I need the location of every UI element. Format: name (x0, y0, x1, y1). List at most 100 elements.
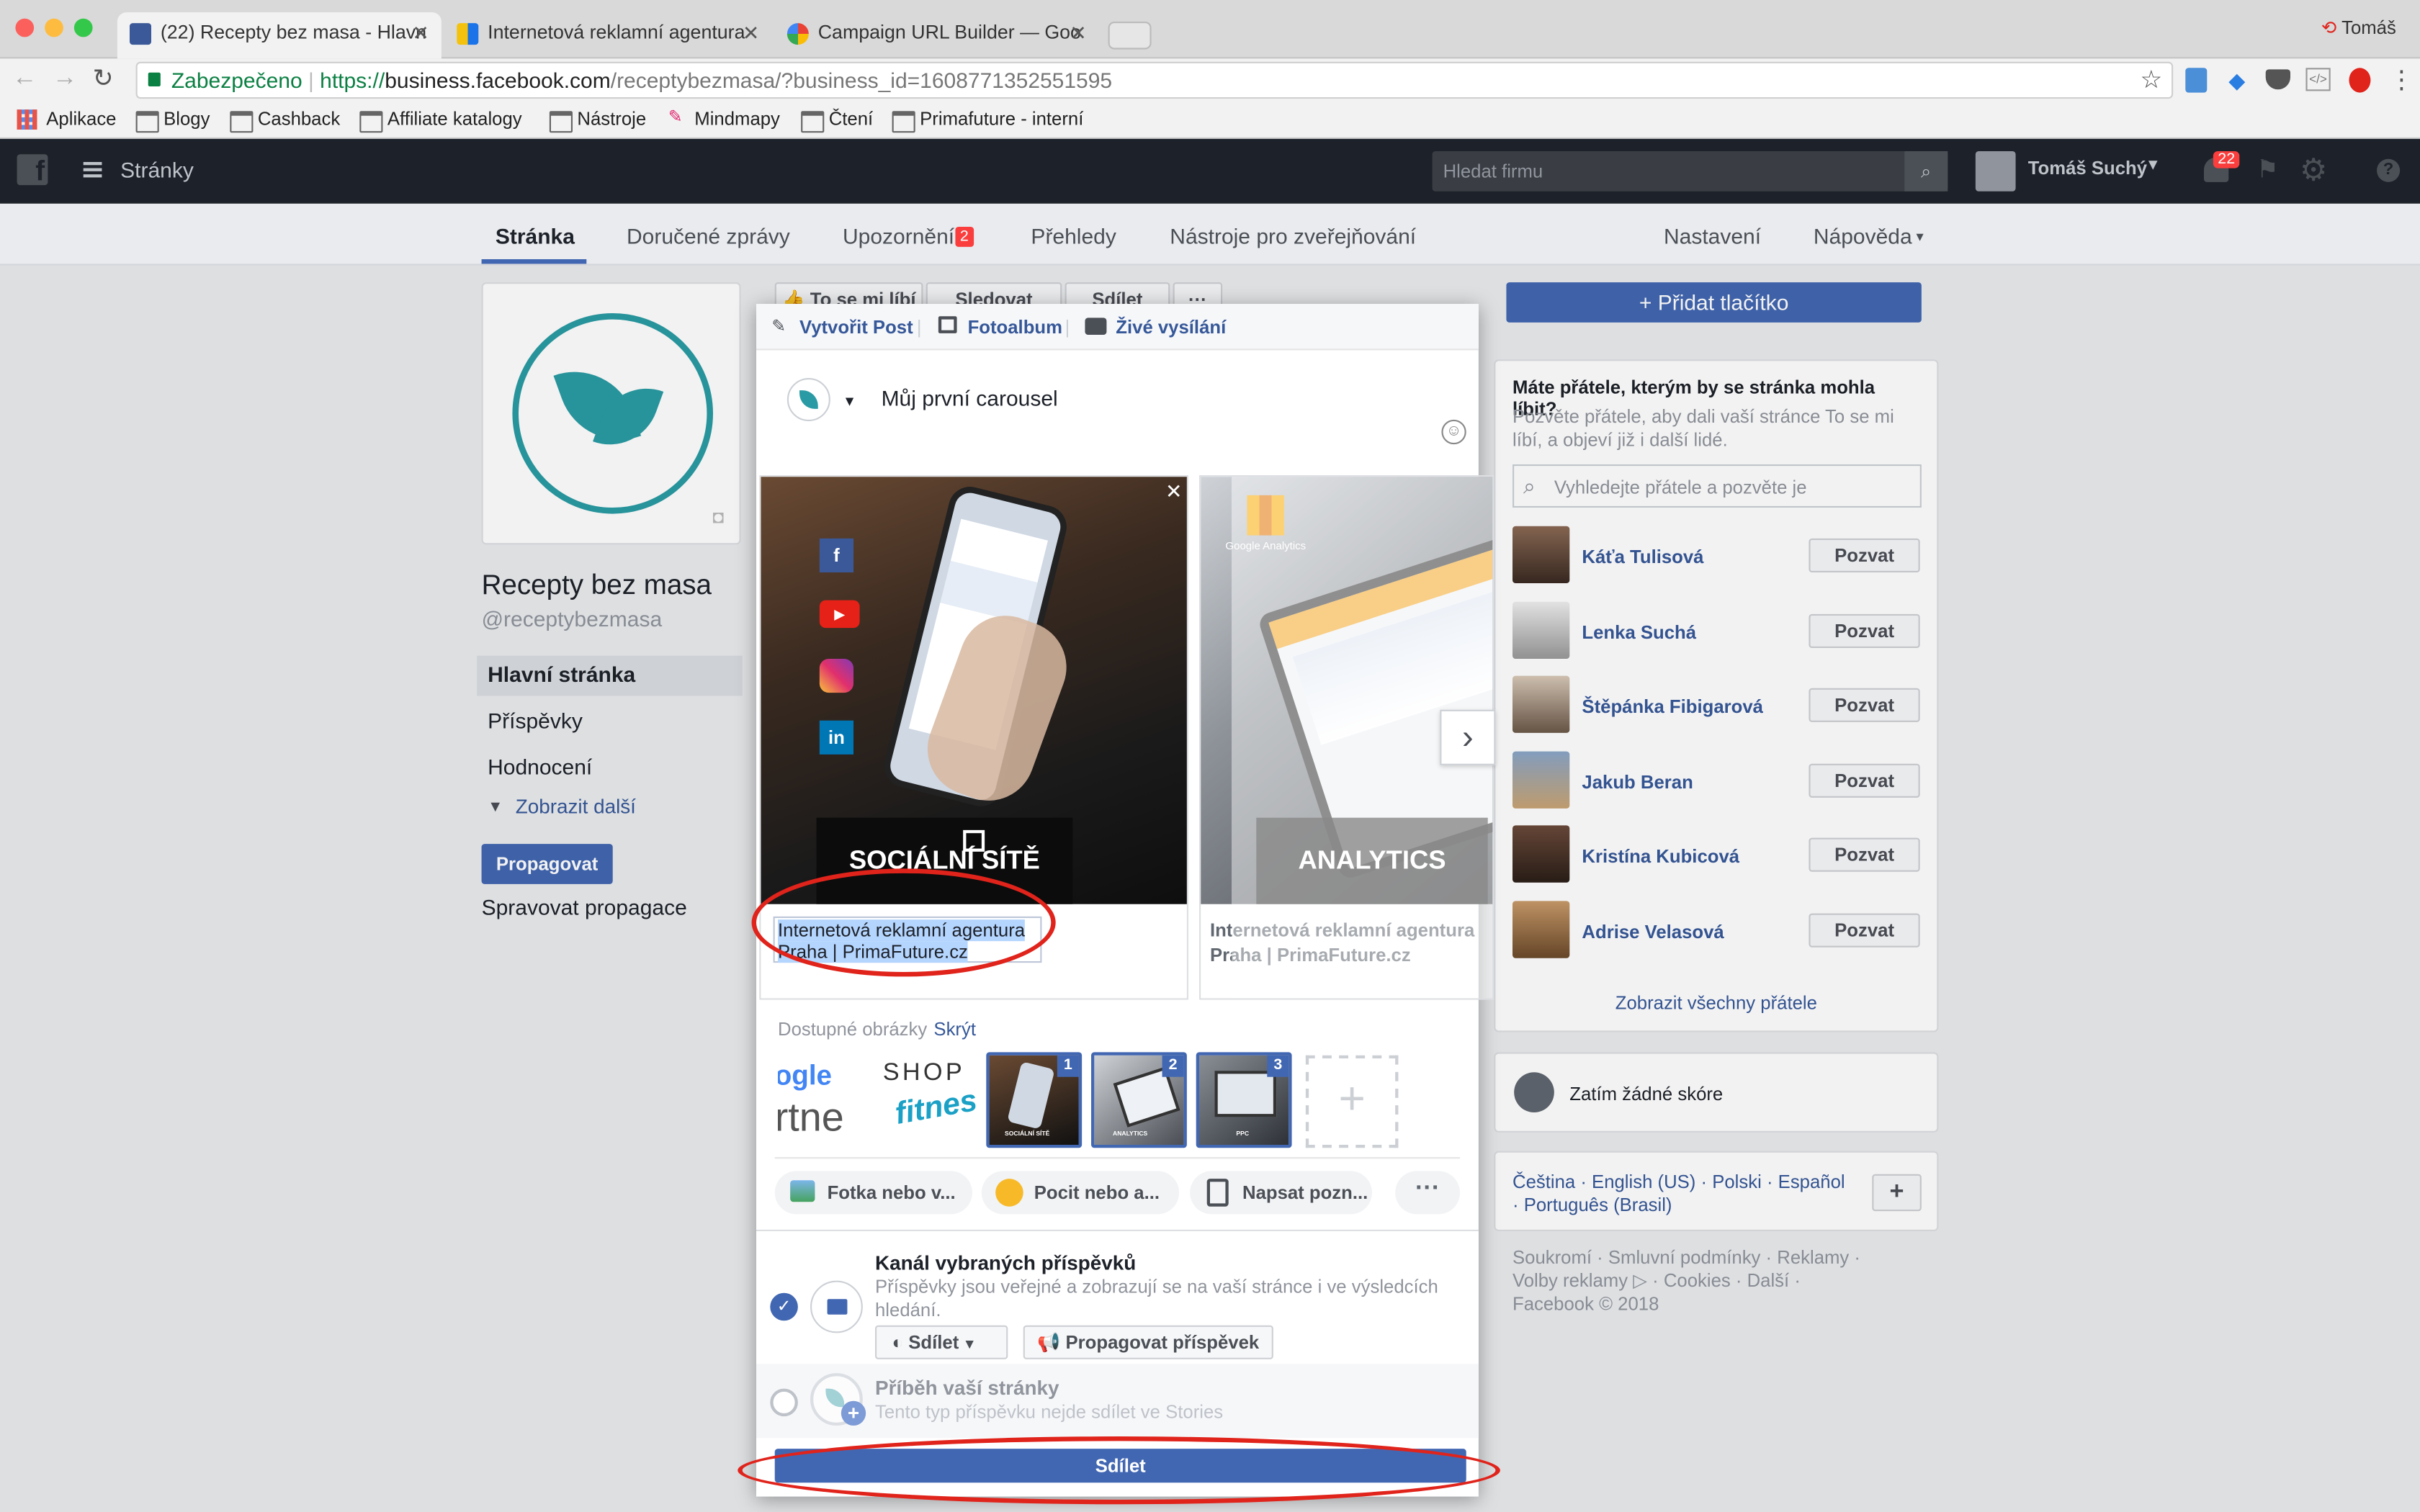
close-tab-icon[interactable]: ✕ (1070, 22, 1086, 46)
secure-label: Zabezpečeno (171, 68, 302, 93)
feed-icon (810, 1280, 863, 1333)
logo-text: fitnes (892, 1084, 979, 1132)
bookmark-folder[interactable]: Affiliate katalogy (359, 108, 522, 133)
bookmark-folder[interactable]: Čtení (801, 108, 873, 133)
back-arrow-icon[interactable]: ← (12, 65, 37, 93)
help-icon[interactable]: ? (2377, 158, 2401, 182)
bookmark-folder[interactable]: Primafuture - interní (892, 108, 1083, 133)
flag-icon[interactable]: ⚑ (2257, 154, 2279, 185)
carousel-next-arrow-icon[interactable]: › (1440, 709, 1496, 765)
tab-help[interactable]: Nápověda (1814, 224, 1912, 248)
reload-icon[interactable]: ↻ (93, 63, 114, 94)
new-tab-button[interactable] (1108, 22, 1152, 50)
add-image-button[interactable]: + (1305, 1055, 1399, 1148)
bookmark-apps[interactable]: Aplikace (46, 108, 116, 130)
browser-tab-active[interactable]: (22) Recepty bez masa - Hlavn ✕ (117, 12, 442, 59)
tab-messages[interactable]: Doručené zprávy (627, 224, 790, 248)
image-thumb-selected[interactable]: ANALYTICS 2 (1091, 1052, 1187, 1148)
feed-option[interactable]: ✓ Kanál vybraných příspěvků Příspěvky js… (756, 1229, 1479, 1364)
page-avatar-icon[interactable] (786, 378, 830, 421)
youtube-icon: ▶ (819, 600, 860, 629)
extension-icon[interactable] (2185, 68, 2208, 93)
gear-icon[interactable]: ⚙ (2300, 151, 2327, 190)
bookmark-star-icon[interactable]: ☆ (2140, 65, 2162, 96)
browser-tab[interactable]: Internetová reklamní agentura ✕ (444, 12, 771, 58)
profile-button[interactable]: ⟲ Tomáš (2321, 17, 2396, 39)
forward-arrow-icon[interactable]: → (53, 65, 77, 93)
image-thumb-selected[interactable]: PPC 3 (1196, 1052, 1292, 1148)
story-option[interactable]: + Příběh vaší stránky Tento typ příspěvk… (756, 1364, 1479, 1439)
bookmark-folder[interactable]: Blogy (135, 108, 210, 133)
close-icon[interactable]: ✕ (1165, 480, 1182, 504)
image-thumb[interactable]: SHOP fitnes (882, 1053, 979, 1150)
feeling-activity-button[interactable]: Pocit nebo a... (981, 1171, 1180, 1215)
search-icon[interactable]: ⌕ (1904, 151, 1948, 192)
browser-menu-icon[interactable]: ⋮ (2389, 65, 2414, 96)
code-extension-icon[interactable]: </> (2305, 68, 2331, 91)
share-dropdown[interactable]: ◐ Sdílet ▼ (875, 1325, 1008, 1359)
tab-live[interactable]: Živé vysílání (1088, 316, 1226, 338)
tab-insights[interactable]: Přehledy (1031, 224, 1116, 248)
tab-page[interactable]: Stránka (496, 224, 575, 248)
feeling-activity-label: Pocit nebo a... (1034, 1182, 1160, 1204)
selection-number-badge: 2 (1162, 1055, 1184, 1077)
add-story-icon: + (841, 1400, 866, 1426)
facebook-logo-icon[interactable]: f (17, 154, 48, 186)
thumb-label: SOCIÁLNÍ SÍTĚ (1005, 1129, 1050, 1138)
url-host: business.facebook.com (385, 68, 611, 93)
section-title[interactable]: Stránky (120, 158, 194, 182)
business-search-input[interactable]: Hledat firmu ⌕ (1432, 151, 1948, 192)
more-actions-icon[interactable]: ··· (1395, 1171, 1461, 1215)
thumb-label: PPC (1236, 1129, 1250, 1138)
composer-tabs: ✎ Vytvořit Post | Fotoalbum | Živé vysíl… (756, 304, 1479, 351)
browser-tab[interactable]: Campaign URL Builder — Goo ✕ (775, 12, 1099, 58)
avatar[interactable] (1975, 151, 2016, 192)
chevron-down-icon[interactable]: ▼ (843, 393, 856, 408)
tab-settings[interactable]: Nastavení (1664, 224, 1761, 248)
browser-tab-strip: (22) Recepty bez masa - Hlavn ✕ Internet… (0, 0, 2420, 59)
photo-video-label: Fotka nebo v... (827, 1182, 956, 1204)
image-thumb-selected[interactable]: SOCIÁLNÍ SÍTĚ 1 (986, 1052, 1083, 1148)
chevron-down-icon[interactable]: ▼ (2146, 158, 2161, 175)
bookmark-mindmapy[interactable]: Mindmapy (694, 108, 780, 130)
bookmark-folder[interactable]: Cashback (230, 108, 340, 133)
facebook-icon: f (819, 538, 853, 572)
globe-icon: ◐ (892, 1331, 909, 1354)
tab-photo-album[interactable]: Fotoalbum (940, 316, 1062, 338)
logo-text: SHOP (882, 1060, 966, 1086)
emoji-icon[interactable]: ☺ (1441, 419, 1466, 445)
smiley-icon (995, 1179, 1023, 1207)
tab-publishing-tools[interactable]: Nástroje pro zveřejňování (1170, 224, 1416, 248)
opera-extension-icon[interactable] (2349, 68, 2371, 93)
facebook-top-bar: f Stránky Hledat firmu ⌕ Tomáš Suchý ▼ 2… (0, 138, 2420, 204)
profile-icon: ⟲ (2321, 17, 2342, 39)
checkmark-icon[interactable]: ✓ (770, 1292, 798, 1321)
logo-text: rtne (778, 1094, 844, 1140)
instagram-icon (819, 659, 853, 693)
close-tab-icon[interactable]: ✕ (412, 22, 429, 46)
hide-images-link[interactable]: Skrýt (933, 1018, 976, 1040)
minimize-window-button[interactable] (45, 18, 63, 37)
notifications-count-badge: 2 (955, 227, 974, 247)
bookmark-folder[interactable]: Nástroje (549, 108, 646, 133)
close-tab-icon[interactable]: ✕ (743, 22, 759, 46)
tab-create-post[interactable]: Vytvořit Post (771, 316, 913, 338)
post-text-input[interactable]: Můj první carousel (882, 386, 1058, 410)
annotation-ellipse-headline (751, 868, 1056, 977)
photo-video-button[interactable]: Fotka nebo v... (774, 1171, 972, 1215)
megaphone-icon: 📢 (1037, 1331, 1066, 1354)
address-bar[interactable]: Zabezpečeno | https://business.facebook.… (135, 61, 2174, 99)
ethereum-extension-icon[interactable]: ◆ (2228, 68, 2245, 94)
carousel-image-1: f ▶ in SOCIÁLNÍ SÍTĚ ✕ (761, 477, 1187, 904)
user-name[interactable]: Tomáš Suchý (2028, 158, 2147, 179)
linkedin-icon: in (819, 720, 853, 755)
maximize-window-button[interactable] (73, 18, 93, 37)
image-thumb[interactable]: ogle rtne (778, 1053, 874, 1150)
write-note-button[interactable]: Napsat pozn... (1190, 1171, 1372, 1215)
hamburger-menu-icon[interactable] (83, 162, 102, 178)
tab-notifications[interactable]: Upozornění (843, 224, 954, 248)
promote-post-button[interactable]: 📢 Propagovat příspěvek (1023, 1325, 1273, 1359)
close-window-button[interactable] (15, 18, 35, 37)
story-radio[interactable] (770, 1388, 798, 1417)
note-icon (1206, 1179, 1229, 1207)
